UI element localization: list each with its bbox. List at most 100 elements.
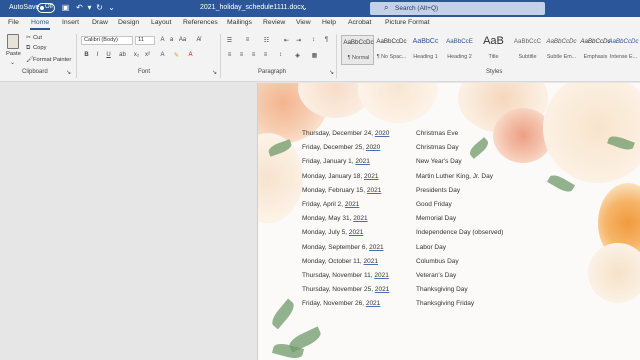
shading-icon[interactable]: ◈ [293,52,302,59]
tab-file[interactable]: File [8,19,19,26]
paste-dropdown-icon[interactable]: ⌄ [8,59,17,66]
style-name: Title [488,54,499,60]
change-case-icon[interactable]: Aa [178,37,187,43]
style-preview: AaBbCcC [513,38,542,45]
clipboard-launcher-icon[interactable]: ↘ [64,69,73,76]
tab-layout[interactable]: Layout [151,19,171,26]
search-placeholder: Search (Alt+Q) [395,5,439,12]
holiday-date-text: Friday, November 26, [302,300,366,308]
increase-indent-icon[interactable]: ⇥ [294,37,303,44]
undo-icon[interactable]: ↶ [75,3,84,13]
style-heading-2[interactable]: AaBbCcE Heading 2 [443,35,476,65]
holiday-year: 2021 [344,201,360,208]
underline-icon[interactable]: U [104,52,113,58]
cut-button[interactable]: ✂ Cut [26,34,42,41]
styles-group-label: Styles [486,69,503,75]
format-painter-button[interactable]: 🖌Format Painter [26,56,71,63]
style-subtitle[interactable]: AaBbCcC Subtitle [511,35,544,65]
paste-button[interactable]: Paste [6,51,21,57]
holiday-date: Monday, May 31, 2021 [302,215,368,222]
style-name: ¶ Normal [347,55,370,61]
style-preview: AaBbCcDc [376,38,407,45]
style-name: Subtle Em... [546,54,577,60]
tab-view[interactable]: View [296,19,311,26]
font-group-label: Font [138,69,151,75]
font-launcher-icon[interactable]: ↘ [210,69,219,76]
font-color-icon[interactable]: A [186,52,195,58]
align-left-icon[interactable]: ≡ [225,52,234,58]
redo-icon[interactable]: ↻ [95,3,104,13]
search-box[interactable]: ⌕ Search (Alt+Q) [370,2,545,15]
paragraph-launcher-icon[interactable]: ↘ [327,69,336,76]
highlight-icon[interactable]: ✎ [172,52,181,59]
align-right-icon[interactable]: ≡ [249,52,258,58]
show-formatting-icon[interactable]: ¶ [322,37,331,43]
text-effects-icon[interactable]: A [158,52,167,58]
tab-acrobat[interactable]: Acrobat [348,19,371,26]
copy-button[interactable]: ⧉ Copy [26,45,47,52]
holiday-date-text: Friday, April 2, [302,201,345,208]
toggle-knob [40,6,44,10]
tab-references[interactable]: References [183,19,218,26]
style-subtle-emphasis[interactable]: AaBbCcDc Subtle Em... [545,35,578,65]
tab-mailings[interactable]: Mailings [227,19,252,26]
style-intense-emphasis[interactable]: AaBbCcDc Intense E... [607,35,640,65]
strikethrough-icon[interactable]: ab [118,52,127,58]
copy-label: Copy [33,45,47,51]
tab-home[interactable]: Home [31,19,49,26]
align-center-icon[interactable]: ≡ [237,52,246,58]
superscript-icon[interactable]: x² [143,52,152,58]
font-size-value: 11 [138,37,144,43]
tab-draw[interactable]: Draw [92,19,108,26]
line-spacing-icon[interactable]: ↕ [276,52,285,58]
style-name: ¶ No Spac... [376,54,407,60]
holiday-year: 2020 [365,144,381,152]
undo-dropdown-icon[interactable]: ▾ [85,3,94,13]
clear-formatting-icon[interactable]: A̸ [194,37,203,43]
style-no-spacing[interactable]: AaBbCcDc ¶ No Spac... [375,35,408,65]
decrease-indent-icon[interactable]: ⇤ [282,37,291,44]
style-title[interactable]: AaB Title [477,35,510,65]
paste-icon[interactable] [7,34,19,49]
holiday-date: Monday, September 6, 2021 [302,244,384,251]
style-preview: AaBbCcDc [608,38,639,45]
style-normal[interactable]: AaBbCcDc ¶ Normal [341,35,374,65]
clipboard-group-label: Clipboard [22,69,48,75]
filename-dropdown-icon[interactable]: ⌄ [300,3,309,13]
bold-icon[interactable]: B [82,52,91,58]
multilevel-list-icon[interactable]: ☷ [262,37,271,44]
tab-help[interactable]: Help [322,19,336,26]
holiday-name: Independence Day (observed) [416,229,504,237]
customize-toolbar-icon[interactable]: ⌄ [107,3,116,13]
holiday-year: 2021 [363,257,379,265]
holiday-name: Veteran's Day [416,272,457,279]
font-size-field[interactable]: 11 [135,36,155,45]
tab-design[interactable]: Design [118,19,139,26]
tab-review[interactable]: Review [263,19,285,26]
borders-icon[interactable]: ▦ [310,52,319,59]
holiday-date: Monday, January 18, 2021 [302,173,379,180]
tab-insert[interactable]: Insert [62,19,79,26]
tab-picture-format[interactable]: Picture Format [385,19,430,26]
style-heading-1[interactable]: AaBbCc Heading 1 [409,35,442,65]
holiday-year: 2021 [348,229,364,237]
autosave-toggle[interactable]: Off [37,3,55,13]
holiday-name: Good Friday [416,201,452,208]
subscript-icon[interactable]: x₂ [132,52,141,58]
holiday-year: 2021 [365,300,381,308]
grow-font-icon[interactable]: A [158,37,167,43]
justify-icon[interactable]: ≡ [261,52,270,58]
title-bar: AutoSave Off ▣ ↶ ▾ ↻ ⌄ 2021_holiday_sche… [0,0,640,17]
copy-icon: ⧉ [26,45,31,51]
flower-image [358,83,438,123]
italic-icon[interactable]: I [93,52,102,58]
font-name-field[interactable]: Calibri (Body) [81,36,133,45]
bullets-icon[interactable]: ☰ [225,37,234,44]
save-icon[interactable]: ▣ [61,3,70,13]
numbering-icon[interactable]: ≡ [243,37,252,43]
shrink-font-icon[interactable]: a [167,37,176,43]
search-icon: ⌕ [384,3,389,12]
leaf-image [268,298,298,330]
sort-icon[interactable]: ↕ [309,37,318,43]
paintbrush-icon: 🖌 [26,57,34,63]
